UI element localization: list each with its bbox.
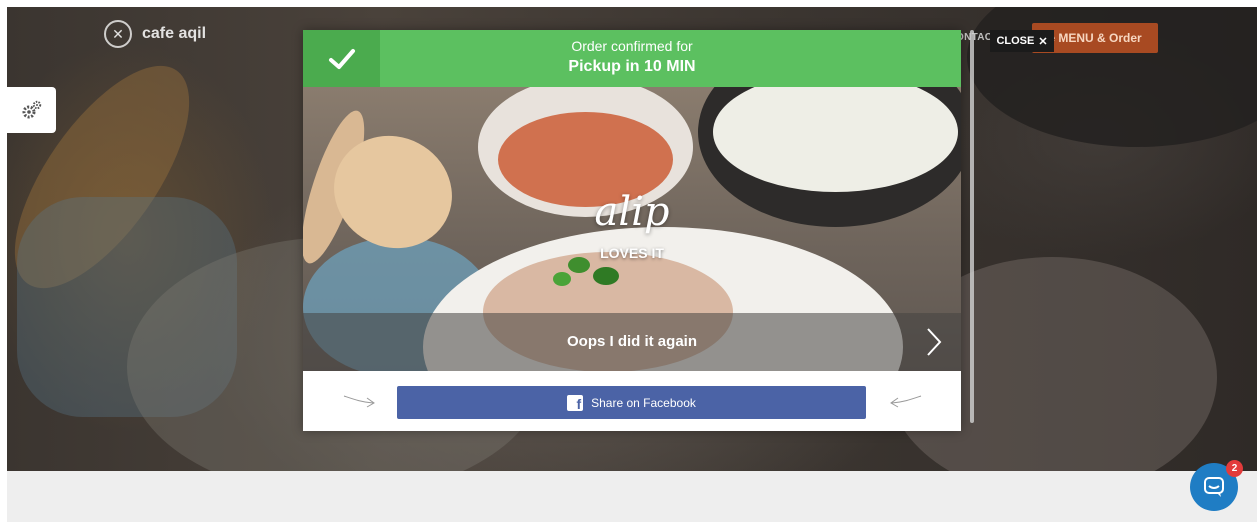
- pointing-arrow-left-icon: [890, 395, 922, 408]
- share-facebook-button[interactable]: f Share on Facebook: [397, 386, 866, 419]
- garnish-shape: [593, 267, 619, 285]
- cutlery-logo-icon: ✕: [104, 20, 132, 48]
- dish-caption: Oops I did it again: [566, 333, 697, 350]
- close-x-icon: ✕: [1038, 35, 1048, 48]
- food-photo: alip LOVES IT Oops I did it again: [303, 87, 961, 371]
- share-row: f Share on Facebook: [303, 371, 961, 431]
- next-slide-button[interactable]: [923, 326, 945, 358]
- settings-toggle[interactable]: [7, 87, 56, 133]
- confirmation-text: Order confirmed for: [571, 38, 693, 54]
- chat-bubble-icon: [1204, 477, 1224, 497]
- page-content-area: [7, 471, 1257, 522]
- garnish-shape: [553, 272, 571, 286]
- facebook-icon: f: [567, 394, 584, 412]
- pointing-arrow-right-icon: [343, 395, 375, 408]
- chevron-right-icon: [927, 328, 942, 356]
- gears-icon: [22, 100, 41, 119]
- close-label: CLOSE: [996, 35, 1035, 47]
- share-label: Share on Facebook: [591, 395, 696, 410]
- chat-unread-badge: 2: [1226, 460, 1243, 477]
- customer-signature: alip: [594, 189, 670, 235]
- brand[interactable]: ✕ cafe aqil: [104, 20, 206, 48]
- modal-scrollbar[interactable]: [970, 30, 974, 423]
- pickup-time: Pickup in 10 MIN: [568, 58, 696, 75]
- menu-order-label: e MENU & Order: [1048, 31, 1142, 45]
- loves-it-label: LOVES IT: [600, 245, 664, 261]
- brand-name: cafe aqil: [142, 25, 207, 42]
- modal-header: Order confirmed for Pickup in 10 MIN: [303, 30, 961, 87]
- close-modal-button[interactable]: CLOSE ✕: [990, 30, 1054, 52]
- order-confirmation-modal: Order confirmed for Pickup in 10 MIN ali…: [303, 30, 961, 431]
- caption-band: Oops I did it again: [303, 313, 961, 371]
